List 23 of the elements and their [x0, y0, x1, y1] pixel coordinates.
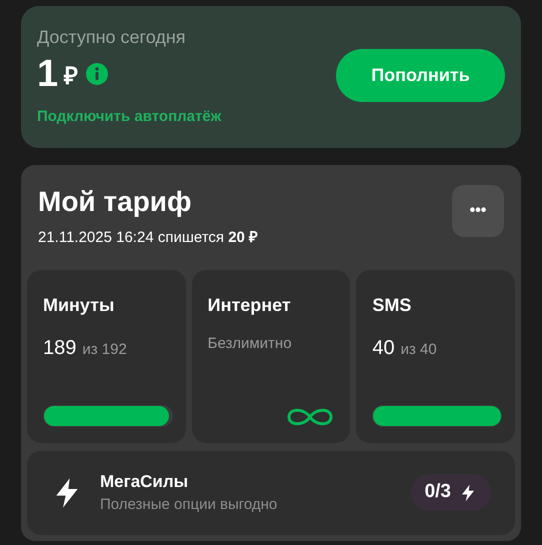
total-amount: из 192 — [82, 340, 127, 360]
tile-title: Интернет — [208, 294, 292, 317]
info-icon[interactable] — [86, 62, 108, 85]
megasily-card[interactable]: МегаСилы Полезные опции выгодно 0/3 — [27, 450, 515, 534]
currency-sign: ₽ — [64, 62, 78, 92]
balance-label: Доступно сегодня — [37, 26, 187, 48]
package-tile[interactable]: Минуты 189 из 192 — [27, 270, 186, 442]
total-amount: из 40 — [400, 340, 437, 360]
megasily-subtitle: Полезные опции выгодно — [100, 495, 278, 515]
tile-title: Минуты — [43, 294, 116, 317]
remaining-amount: 189 — [43, 336, 76, 360]
remaining-amount: 40 — [372, 336, 395, 360]
tile-title: SMS — [372, 294, 412, 316]
charge-note: 21.11.2025 16:24 спишется 20 ₽ — [38, 228, 258, 248]
counter-text: 0/3 — [424, 480, 451, 504]
megasily-title: МегаСилы — [100, 470, 190, 492]
autopay-link[interactable]: Подключить автоплатёж — [37, 106, 222, 128]
package-tile[interactable]: SMS 40 из 40 — [356, 270, 515, 442]
unlimited-label: Безлимитно — [208, 334, 293, 354]
package-tile[interactable]: Интернет Безлимитно — [192, 270, 350, 442]
more-button[interactable]: ••• — [452, 185, 504, 237]
tariff-title: Мой тариф — [38, 185, 193, 219]
balance-amount: 1 — [37, 52, 58, 96]
